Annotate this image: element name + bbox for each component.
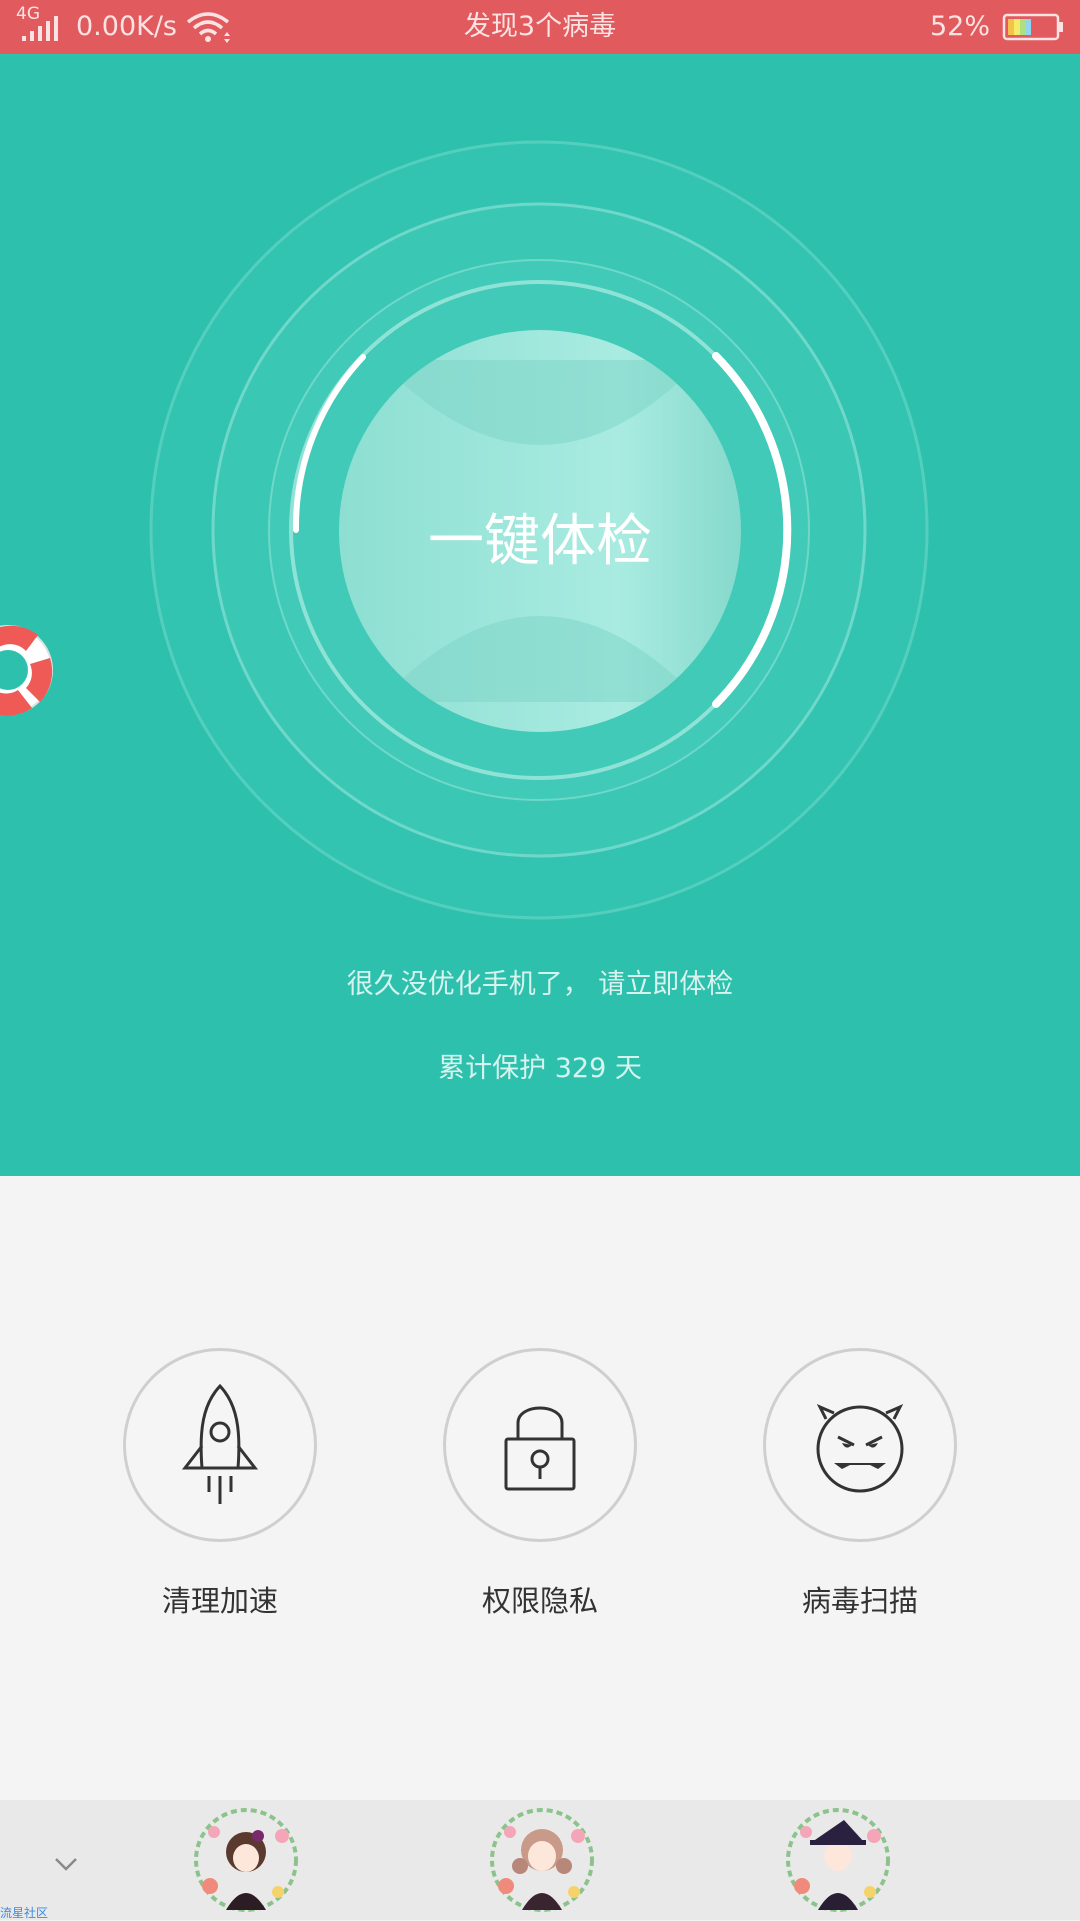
community-link[interactable]: 流星社区 (0, 1904, 48, 1921)
tool-virus-scan-label: 病毒扫描 (801, 1584, 918, 1618)
status-bar: 4G 0.00K/s 发现3个病毒 52% (0, 0, 1080, 54)
tool-virus-scan[interactable]: 病毒扫描 (750, 1348, 970, 1620)
tools-section: 清理加速 权限隐私 病毒扫描 (0, 1176, 1080, 1800)
rocket-icon (181, 1383, 259, 1504)
tool-permission-privacy[interactable]: 权限隐私 (430, 1348, 650, 1620)
scan-hint: 很久没优化手机了， 请立即体检 (346, 969, 734, 1000)
tool-virus-scan-circle[interactable] (763, 1348, 957, 1542)
tool-clean-boost-label: 清理加速 (161, 1584, 278, 1618)
protect-days: 累计保护 329 天 (438, 1053, 642, 1084)
virus-face-icon (816, 1404, 904, 1493)
virus-notice: 发现3个病毒 (463, 11, 617, 42)
tool-clean-boost-circle[interactable] (123, 1348, 317, 1542)
scan-panel: 一键体检 很久没优化手机了， 请立即体检 累计保护 329 天 (0, 54, 1080, 1176)
tool-permission-privacy-circle[interactable] (443, 1348, 637, 1542)
avatar-girl-3[interactable] (784, 1806, 892, 1914)
battery-icon (1002, 13, 1063, 41)
tool-permission-privacy-label: 权限隐私 (481, 1584, 598, 1618)
battery-percent: 52% (930, 11, 991, 42)
avatar-girl-1[interactable] (192, 1806, 300, 1914)
lifebuoy-icon[interactable] (0, 618, 60, 724)
bottom-bar (0, 1800, 1080, 1920)
lock-icon (504, 1406, 576, 1491)
tool-clean-boost[interactable]: 清理加速 (110, 1348, 330, 1620)
chevron-down-icon[interactable] (54, 1856, 78, 1872)
one-key-scan-button[interactable]: 一键体检 (339, 330, 741, 732)
avatar-girl-2[interactable] (488, 1806, 596, 1914)
scan-button-label: 一键体检 (428, 509, 652, 574)
